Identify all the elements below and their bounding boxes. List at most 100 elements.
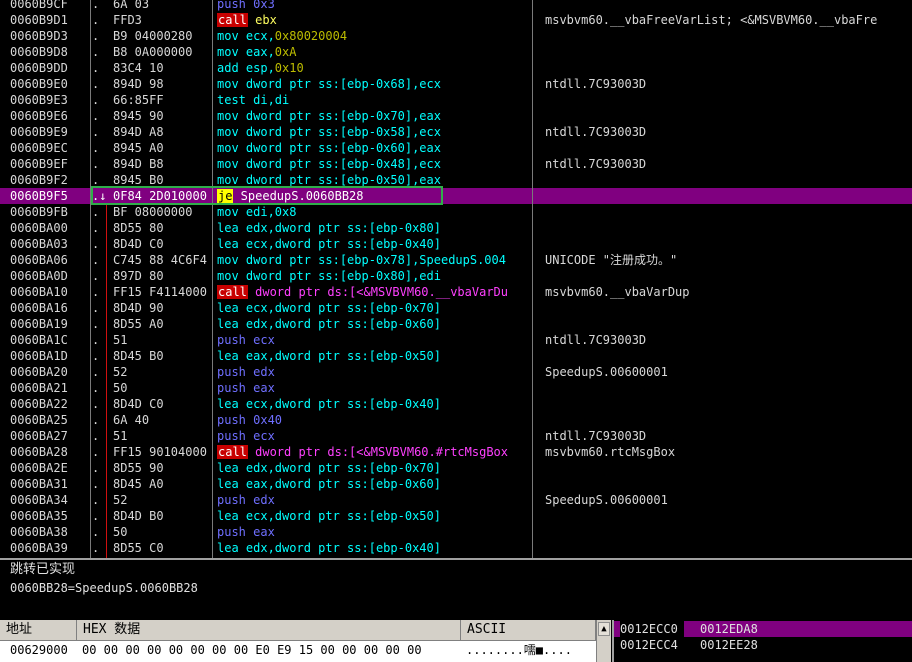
column-divider-asm[interactable]: [532, 0, 533, 558]
instruction-token: push edx: [217, 365, 275, 379]
instruction-token: push 0x40: [217, 413, 283, 427]
address-cell: 0060B9F2: [10, 173, 68, 187]
instruction-token: test di,di: [217, 93, 290, 107]
jump-marker: .: [92, 301, 100, 315]
opcode-hex-cell: B9 04000280: [113, 29, 193, 43]
jump-marker: .: [92, 157, 100, 171]
disasm-row[interactable]: 0060BA03. 8D4D C0 lea ecx,dword ptr ss:[eb…: [0, 236, 912, 252]
address-cell: 0060BA06: [10, 253, 68, 267]
disasm-row[interactable]: 0060BA0D. 897D 80 mov dword ptr ss:[ebp-0x…: [0, 268, 912, 284]
disasm-row[interactable]: 0060BA39. 8D55 C0 lea edx,dword ptr ss:[eb…: [0, 540, 912, 556]
disasm-row[interactable]: 0060B9D3. B9 04000280 mov ecx,0x80020004: [0, 28, 912, 44]
instruction-token: mov dword ptr ss:[ebp-0x68],ecx: [217, 77, 441, 91]
disasm-row[interactable]: 0060BA19. 8D55 A0 lea edx,dword ptr ss:[eb…: [0, 316, 912, 332]
disasm-row[interactable]: 0060BA16. 8D4D 90 lea ecx,dword ptr ss:[eb…: [0, 300, 912, 316]
disasm-row[interactable]: 0060BA10. FF15 F4114000 call dword ptr ds:…: [0, 284, 912, 300]
disasm-row[interactable]: 0060B9FB. BF 08000000 mov edi,0x8: [0, 204, 912, 220]
jump-marker: .: [92, 29, 100, 43]
comment-cell: [545, 300, 912, 316]
disasm-row[interactable]: 0060BA35. 8D4D B0 lea ecx,dword ptr ss:[eb…: [0, 508, 912, 524]
instruction-cell: lea eax,dword ptr ss:[ebp-0x60]: [217, 476, 531, 492]
comment-cell: UNICODE "注册成功。": [545, 253, 678, 267]
jump-marker: .: [92, 413, 100, 427]
disasm-row[interactable]: 0060B9E0. 894D 98 mov dword ptr ss:[ebp-0x…: [0, 76, 912, 92]
instruction-token: push eax: [217, 381, 275, 395]
jump-marker: .: [92, 125, 100, 139]
instruction-token: push edx: [217, 493, 275, 507]
disasm-row[interactable]: 0060B9E3. 66:85FF test di,di: [0, 92, 912, 108]
disasm-row[interactable]: 0060B9D1. FFD3 call ebx msvbvm60.__vbaFreeV…: [0, 12, 912, 28]
disasm-row[interactable]: 0060BA27. 51 push ecx ntdll.7C93003D: [0, 428, 912, 444]
stack-row[interactable]: 0012ECC4 0012EE28: [614, 637, 912, 653]
instruction-token: mov eax,: [217, 45, 275, 59]
comment-cell: [545, 236, 912, 252]
comment-cell: ntdll.7C93003D: [545, 125, 647, 139]
jump-status: 跳转已实现: [10, 562, 76, 577]
comment-cell: [545, 268, 912, 284]
disasm-row[interactable]: 0060B9DD. 83C4 10 add esp,0x10: [0, 60, 912, 76]
disasm-row[interactable]: 0060BA25. 6A 40 push 0x40: [0, 412, 912, 428]
disasm-row[interactable]: 0060B9CF. 6A 03 push 0x3: [0, 0, 912, 12]
stack-row-selected[interactable]: 0012ECC0 0012EDA8: [614, 621, 912, 637]
column-divider-hex[interactable]: [212, 0, 213, 558]
disasm-row[interactable]: 0060BA2E. 8D55 90 lea edx,dword ptr ss:[eb…: [0, 460, 912, 476]
disasm-row[interactable]: 0060BA20. 52 push edx SpeedupS.00600001: [0, 364, 912, 380]
instruction-cell: push eax: [217, 524, 531, 540]
scroll-up-icon[interactable]: ▲: [598, 622, 610, 636]
comment-cell: SpeedupS.00600001: [545, 365, 668, 379]
dump-row[interactable]: 00629000 00 00 00 00 00 00 00 00 E0 E9 1…: [0, 641, 596, 659]
disasm-row[interactable]: 0060BA34. 52 push edx SpeedupS.00600001: [0, 492, 912, 508]
info-pane: 跳转已实现 0060BB28=SpeedupS.0060BB28: [0, 558, 912, 622]
opcode-hex-cell: 8D45 A0: [113, 477, 164, 491]
instruction-cell: call ebx: [217, 12, 531, 28]
instruction-token: push ecx: [217, 333, 275, 347]
address-cell: 0060BA39: [10, 541, 68, 555]
jump-marker: .: [92, 141, 100, 155]
instruction-cell: mov dword ptr ss:[ebp-0x60],eax: [217, 140, 531, 156]
address-cell: 0060BA00: [10, 221, 68, 235]
jump-marker: .: [92, 77, 100, 91]
disasm-row[interactable]: 0060BA1D. 8D45 B0 lea eax,dword ptr ss:[eb…: [0, 348, 912, 364]
stack-pane[interactable]: 0012ECC0 0012EDA8 0012ECC4 0012EE28: [612, 620, 912, 662]
disasm-row[interactable]: 0060BA28. FF15 90104000 call dword ptr ds:…: [0, 444, 912, 460]
dump-scrollbar[interactable]: ▲: [596, 620, 611, 662]
comment-cell: [545, 220, 912, 236]
instruction-token: mov dword ptr ss:[ebp-0x80],edi: [217, 269, 441, 283]
address-cell: 0060B9F5: [10, 189, 68, 203]
instruction-cell: add esp,0x10: [217, 60, 531, 76]
disasm-row[interactable]: 0060BA00. 8D55 80 lea edx,dword ptr ss:[eb…: [0, 220, 912, 236]
disasm-row[interactable]: 0060B9EC. 8945 A0 mov dword ptr ss:[ebp-0x…: [0, 140, 912, 156]
disasm-row[interactable]: 0060BA22. 8D4D C0 lea ecx,dword ptr ss:[eb…: [0, 396, 912, 412]
dump-column-address[interactable]: 地址: [0, 620, 77, 640]
disasm-row[interactable]: 0060BA06. C745 88 4C6F4 mov dword ptr ss:[…: [0, 252, 912, 268]
disasm-row[interactable]: 0060BA31. 8D45 A0 lea eax,dword ptr ss:[eb…: [0, 476, 912, 492]
instruction-token: push eax: [217, 525, 275, 539]
opcode-hex-cell: 6A 40: [113, 413, 150, 427]
opcode-hex-cell: 8D55 80: [113, 221, 164, 235]
disasm-row[interactable]: 0060B9EF. 894D B8 mov dword ptr ss:[ebp-0x…: [0, 156, 912, 172]
jump-marker: .: [92, 461, 100, 475]
hex-dump-pane[interactable]: 地址 HEX 数据 ASCII 00629000 00 00 00 00 00 …: [0, 620, 611, 662]
disasm-row[interactable]: 0060B9D8. B8 0A000000 mov eax,0xA: [0, 44, 912, 60]
dump-column-ascii[interactable]: ASCII: [461, 620, 596, 640]
instruction-cell: mov dword ptr ss:[ebp-0x78],SpeedupS.004: [217, 252, 531, 268]
comment-cell: [545, 92, 912, 108]
disasm-row[interactable]: 0060B9E9. 894D A8 mov dword ptr ss:[ebp-0x…: [0, 124, 912, 140]
disasm-row[interactable]: 0060B9E6. 8945 90 mov dword ptr ss:[ebp-0x…: [0, 108, 912, 124]
disasm-row[interactable]: 0060BA21. 50 push eax: [0, 380, 912, 396]
column-divider-addr[interactable]: [90, 0, 91, 558]
instruction-cell: mov dword ptr ss:[ebp-0x58],ecx: [217, 124, 531, 140]
stack-address: 0012ECC4: [620, 638, 678, 652]
disasm-row[interactable]: 0060BA1C. 51 push ecx ntdll.7C93003D: [0, 332, 912, 348]
comment-cell: [545, 508, 912, 524]
disassembly-pane[interactable]: 0060B9CF. 6A 03 push 0x3 0060B9D1. FFD3 call …: [0, 0, 912, 558]
instruction-token: lea eax,dword ptr ss:[ebp-0x60]: [217, 477, 441, 491]
opcode-hex-cell: 50: [113, 381, 128, 395]
jump-marker: .: [92, 205, 100, 219]
disasm-row[interactable]: 0060BA38. 50 push eax: [0, 524, 912, 540]
instruction-token: mov dword ptr ss:[ebp-0x78],SpeedupS.004: [217, 253, 506, 267]
instruction-cell: lea edx,dword ptr ss:[ebp-0x60]: [217, 316, 531, 332]
dump-column-hex[interactable]: HEX 数据: [77, 620, 461, 640]
instruction-cell: lea ecx,dword ptr ss:[ebp-0x40]: [217, 236, 531, 252]
jump-marker: .: [92, 237, 100, 251]
